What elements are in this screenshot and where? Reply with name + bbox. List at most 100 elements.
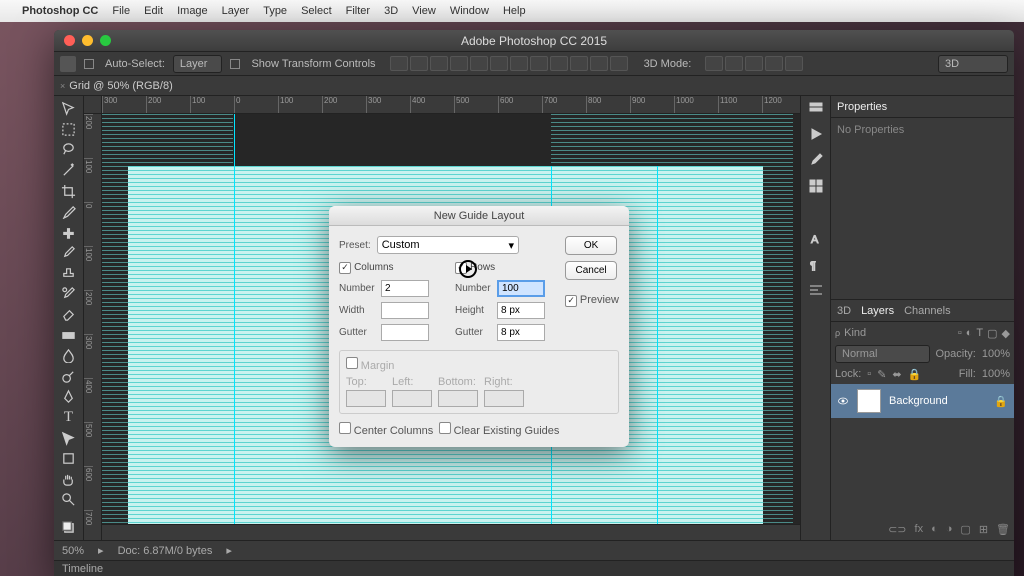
history-brush-icon[interactable] bbox=[59, 285, 79, 303]
horizontal-ruler[interactable]: 3002001000100200300400500600700800900100… bbox=[102, 96, 800, 114]
menu-select[interactable]: Select bbox=[301, 5, 332, 17]
column-guide[interactable] bbox=[234, 114, 235, 540]
align-icon[interactable] bbox=[808, 282, 824, 298]
move-tool-icon[interactable] bbox=[59, 100, 79, 118]
close-button[interactable] bbox=[64, 35, 75, 46]
tab-3d[interactable]: 3D bbox=[837, 305, 851, 317]
tab-close-icon[interactable]: × bbox=[60, 81, 65, 91]
trash-icon[interactable]: 🗑 bbox=[996, 523, 1010, 536]
timeline-panel[interactable]: Timeline bbox=[54, 560, 1014, 576]
tab-layers[interactable]: Layers bbox=[861, 305, 894, 317]
column-guide[interactable] bbox=[657, 114, 658, 540]
character-icon[interactable]: A bbox=[808, 230, 824, 246]
document-tabbar[interactable]: × Grid @ 50% (RGB/8) bbox=[54, 76, 1014, 96]
path-tool-icon[interactable] bbox=[59, 429, 79, 447]
stamp-tool-icon[interactable] bbox=[59, 265, 79, 283]
document-tab[interactable]: Grid @ 50% (RGB/8) bbox=[69, 80, 172, 92]
dodge-tool-icon[interactable] bbox=[59, 368, 79, 386]
cancel-button[interactable]: Cancel bbox=[565, 261, 617, 280]
mask-icon[interactable]: ◐ bbox=[931, 523, 938, 535]
visibility-icon[interactable] bbox=[837, 395, 849, 407]
col-width-input[interactable] bbox=[381, 302, 429, 319]
lock-row[interactable]: Lock:▫✎⬌🔒 Fill:100% bbox=[831, 364, 1014, 384]
adjustment-icon[interactable]: ◑ bbox=[946, 523, 953, 535]
type-tool-icon[interactable]: T bbox=[59, 409, 79, 427]
clear-guides-checkbox[interactable] bbox=[439, 422, 451, 434]
move-tool-icon[interactable] bbox=[60, 56, 76, 72]
paragraph-icon[interactable]: ¶ bbox=[808, 256, 824, 272]
horizontal-scrollbar[interactable] bbox=[102, 524, 800, 540]
margin-checkbox[interactable] bbox=[346, 357, 358, 369]
properties-tab[interactable]: Properties bbox=[837, 101, 887, 113]
link-icon[interactable]: ⊂⊃ bbox=[888, 523, 906, 536]
layer-filter-row[interactable]: ρKind ▫◐T▢◆ bbox=[831, 322, 1014, 344]
maximize-button[interactable] bbox=[100, 35, 111, 46]
menu-filter[interactable]: Filter bbox=[346, 5, 370, 17]
new-layer-icon[interactable]: ⊞ bbox=[979, 523, 988, 536]
menu-image[interactable]: Image bbox=[177, 5, 208, 17]
menu-3d[interactable]: 3D bbox=[384, 5, 398, 17]
layers-panel-tabs[interactable]: 3D Layers Channels bbox=[831, 300, 1014, 322]
marquee-tool-icon[interactable] bbox=[59, 121, 79, 139]
zoom-level[interactable]: 50% bbox=[62, 545, 84, 557]
minimize-button[interactable] bbox=[82, 35, 93, 46]
workspace-select[interactable]: 3D bbox=[938, 55, 1008, 73]
row-gutter-input[interactable] bbox=[497, 324, 545, 341]
shape-tool-icon[interactable] bbox=[59, 450, 79, 468]
zoom-tool-icon[interactable] bbox=[59, 491, 79, 509]
align-icons[interactable] bbox=[390, 56, 628, 71]
columns-checkbox[interactable]: ✓ bbox=[339, 262, 351, 274]
preset-select[interactable]: Custom▾ bbox=[377, 236, 519, 254]
opacity-value[interactable]: 100% bbox=[982, 348, 1010, 360]
auto-select-checkbox[interactable] bbox=[84, 59, 94, 69]
layer-background[interactable]: Background 🔒 bbox=[831, 384, 1014, 418]
chevron-icon[interactable]: ▸ bbox=[226, 544, 232, 557]
color-swatch-icon[interactable] bbox=[59, 518, 79, 536]
blend-mode-select[interactable]: Normal bbox=[835, 345, 930, 363]
folder-icon[interactable]: ▢ bbox=[960, 523, 970, 536]
status-bar[interactable]: 50% ▸ Doc: 6.87M/0 bytes ▸ bbox=[54, 540, 1014, 560]
row-number-input[interactable] bbox=[497, 280, 545, 297]
ruler-origin[interactable] bbox=[84, 96, 102, 114]
new-guide-layout-dialog[interactable]: New Guide Layout OK Cancel ✓ Preview Pre… bbox=[329, 206, 629, 447]
layer-thumbnail[interactable] bbox=[857, 389, 881, 413]
hand-tool-icon[interactable] bbox=[59, 470, 79, 488]
eyedropper-tool-icon[interactable] bbox=[59, 203, 79, 221]
eraser-tool-icon[interactable] bbox=[59, 306, 79, 324]
layer-name[interactable]: Background bbox=[889, 395, 948, 407]
menu-help[interactable]: Help bbox=[503, 5, 526, 17]
preview-checkbox[interactable]: ✓ bbox=[565, 295, 577, 307]
show-transform-checkbox[interactable] bbox=[230, 59, 240, 69]
chevron-icon[interactable]: ▸ bbox=[98, 544, 104, 557]
menu-window[interactable]: Window bbox=[450, 5, 489, 17]
mode3d-icons[interactable] bbox=[705, 56, 803, 71]
collapsed-panels[interactable]: A ¶ bbox=[800, 96, 830, 540]
history-icon[interactable] bbox=[808, 100, 824, 116]
heal-tool-icon[interactable] bbox=[59, 223, 79, 241]
play-icon[interactable] bbox=[808, 126, 824, 142]
lasso-tool-icon[interactable] bbox=[59, 141, 79, 159]
layer-select[interactable]: Layer bbox=[173, 55, 223, 73]
window-titlebar[interactable]: Adobe Photoshop CC 2015 bbox=[54, 30, 1014, 52]
app-name[interactable]: Photoshop CC bbox=[22, 5, 98, 17]
dialog-title[interactable]: New Guide Layout bbox=[329, 206, 629, 226]
brush-tool-icon[interactable] bbox=[59, 244, 79, 262]
layers-footer[interactable]: ⊂⊃ fx ◐ ◑ ▢ ⊞ 🗑 bbox=[831, 518, 1014, 540]
vertical-ruler[interactable]: 2001000100200300400500600700800 bbox=[84, 114, 102, 540]
brush-preset-icon[interactable] bbox=[808, 152, 824, 168]
ok-button[interactable]: OK bbox=[565, 236, 617, 255]
swatches-icon[interactable] bbox=[808, 178, 824, 194]
menu-view[interactable]: View bbox=[412, 5, 436, 17]
doc-info[interactable]: Doc: 6.87M/0 bytes bbox=[118, 545, 213, 557]
menu-file[interactable]: File bbox=[112, 5, 130, 17]
tools-panel[interactable]: T bbox=[54, 96, 84, 540]
gradient-tool-icon[interactable] bbox=[59, 326, 79, 344]
options-bar[interactable]: Auto-Select: Layer Show Transform Contro… bbox=[54, 52, 1014, 76]
timeline-label[interactable]: Timeline bbox=[62, 563, 103, 575]
properties-panel-tab[interactable]: Properties bbox=[831, 96, 1014, 118]
menu-edit[interactable]: Edit bbox=[144, 5, 163, 17]
col-gutter-input[interactable] bbox=[381, 324, 429, 341]
pen-tool-icon[interactable] bbox=[59, 388, 79, 406]
wand-tool-icon[interactable] bbox=[59, 162, 79, 180]
center-columns-checkbox[interactable] bbox=[339, 422, 351, 434]
